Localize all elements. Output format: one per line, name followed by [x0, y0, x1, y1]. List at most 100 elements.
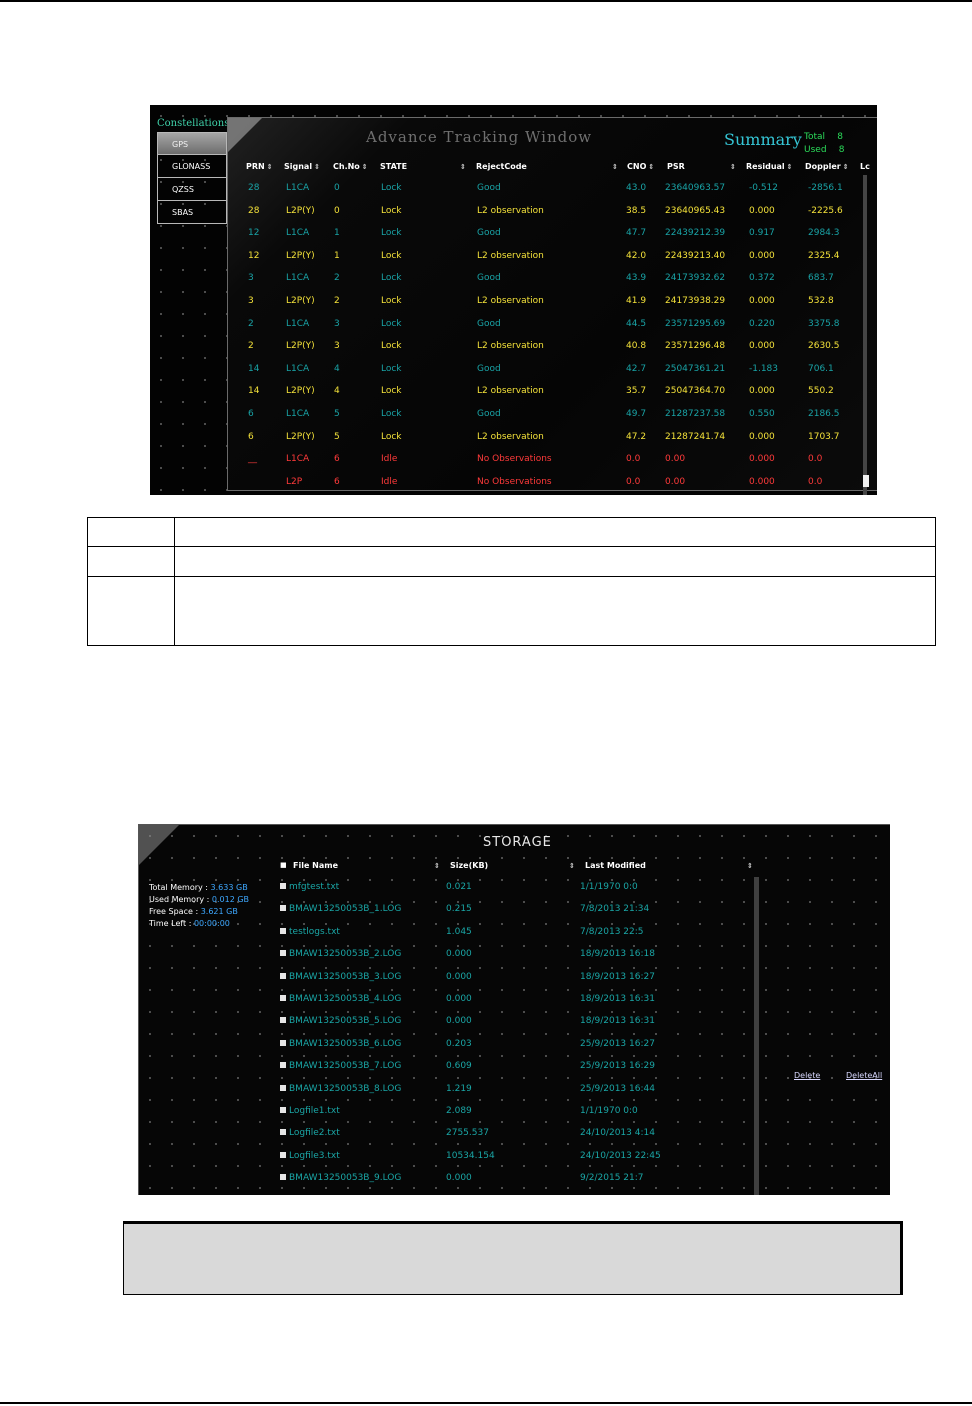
file-row[interactable]: BMAW13250053B_4.LOG 0.000 18/9/2013 16:31	[139, 989, 890, 1011]
table-row[interactable]: 14 L2P(Y) 4 Lock L2 observation 35.7 25047364.…	[228, 381, 877, 404]
table-row[interactable]: L2P 6 Idle No Observations 0.0 0.00 0.000 0.0	[228, 472, 877, 490]
tab-glonass[interactable]: GLONASS	[157, 155, 227, 178]
used-value: 8	[838, 145, 845, 155]
row-checkbox[interactable]	[280, 994, 286, 1001]
sort-icon[interactable]: ⇕	[267, 163, 273, 171]
vertical-scrollbar[interactable]	[863, 175, 867, 495]
row-checkbox[interactable]	[280, 972, 286, 979]
description-table	[87, 517, 936, 646]
row-checkbox[interactable]	[280, 1017, 286, 1024]
tracking-table-body: 28 L1CA 0 Lock Good 43.0 23640963.57 -0.512 -285…	[228, 178, 877, 490]
tracking-panel: Advance Tracking Window Summary Total 8 U…	[227, 117, 877, 491]
file-row[interactable]: BMAW13250053B_2.LOG 0.000 18/9/2013 16:18	[139, 944, 890, 966]
row-checkbox[interactable]	[280, 1039, 286, 1046]
column-header-state[interactable]: STATE	[380, 162, 407, 171]
table-row[interactable]: __ L1CA 6 Idle No Observations 0.0 0.00 0.000 0.…	[228, 449, 877, 472]
table-row[interactable]: 28 L2P(Y) 0 Lock L2 observation 38.5 23640965.…	[228, 201, 877, 224]
column-header-cno[interactable]: CNO ⇕	[627, 162, 654, 171]
file-row[interactable]: mfgtest.txt 0.021 1/1/1970 0:0	[139, 877, 890, 899]
constellation-tabs: GPS GLONASS QZSS SBAS	[157, 132, 227, 224]
table-cell	[87, 517, 175, 547]
row-checkbox[interactable]	[280, 905, 286, 912]
column-header-psr[interactable]: PSR	[667, 162, 685, 171]
file-row[interactable]: BMAW13250053B_5.LOG 0.000 18/9/2013 16:31	[139, 1011, 890, 1033]
file-row[interactable]: BMAW13250053B_8.LOG 1.219 25/9/2013 16:44	[139, 1079, 890, 1101]
scrollbar-thumb[interactable]	[863, 475, 869, 487]
table-row[interactable]: 2 L2P(Y) 3 Lock L2 observation 40.8 23571296.4…	[228, 336, 877, 359]
note-box	[123, 1221, 903, 1295]
column-header-rejectcode[interactable]: RejectCode	[476, 162, 527, 171]
sort-icon[interactable]: ⇕	[314, 163, 320, 171]
file-row[interactable]: Logfile1.txt 2.089 1/1/1970 0:0	[139, 1101, 890, 1123]
total-value: 8	[837, 132, 844, 142]
sort-icon[interactable]: ⇕	[648, 163, 654, 171]
sort-icon[interactable]: ⇕	[362, 163, 368, 171]
row-checkbox[interactable]	[280, 1174, 286, 1181]
vertical-scrollbar[interactable]	[754, 877, 759, 1195]
constellations-label: Constellations	[157, 118, 230, 129]
sort-icon[interactable]: ⇕	[432, 861, 440, 870]
file-row[interactable]: testlogs.txt 1.045 7/8/2013 22:5	[139, 922, 890, 944]
column-header-chno[interactable]: Ch.No ⇕	[333, 162, 368, 171]
row-checkbox[interactable]	[280, 1129, 286, 1136]
tracking-window: Constellations GPS GLONASS QZSS SBAS Adv…	[150, 105, 877, 495]
page-top-rule	[0, 0, 972, 2]
column-header-doppler[interactable]: Doppler ⇕	[805, 162, 849, 171]
file-list: mfgtest.txt 0.021 1/1/1970 0:0 BMAW1325005…	[139, 877, 890, 1190]
select-all-checkbox[interactable]: ■	[280, 861, 287, 869]
row-checkbox[interactable]	[280, 1062, 286, 1069]
column-header-signal[interactable]: Signal ⇕	[284, 162, 320, 171]
column-header-last-modified[interactable]: Last Modified	[585, 861, 646, 870]
row-checkbox[interactable]	[280, 1106, 286, 1113]
sort-icon[interactable]: ⇕	[787, 163, 793, 171]
sort-icon[interactable]: ⇕	[610, 162, 618, 171]
tab-gps[interactable]: GPS	[157, 132, 227, 155]
table-row[interactable]: 3 L1CA 2 Lock Good 43.9 24173932.62 0.372 683.7	[228, 268, 877, 291]
table-cell	[174, 546, 936, 577]
table-row[interactable]: 3 L2P(Y) 2 Lock L2 observation 41.9 24173938.2…	[228, 291, 877, 314]
table-row	[87, 576, 936, 646]
file-row[interactable]: BMAW13250053B_1.LOG 0.215 7/8/2013 21:34	[139, 899, 890, 921]
row-checkbox[interactable]	[280, 1151, 286, 1158]
tracking-window-title: Advance Tracking Window	[366, 128, 593, 146]
delete-all-button[interactable]: DeleteAll	[846, 1071, 882, 1080]
summary-counts: Total 8 Used 8	[804, 131, 845, 157]
file-row[interactable]: Logfile2.txt 2755.537 24/10/2013 4:14	[139, 1123, 890, 1145]
file-row[interactable]: BMAW13250053B_3.LOG 0.000 18/9/2013 16:27	[139, 967, 890, 989]
column-header-size[interactable]: Size(KB)	[450, 861, 488, 870]
file-row[interactable]: BMAW13250053B_7.LOG 0.609 25/9/2013 16:29	[139, 1056, 890, 1078]
table-row[interactable]: 12 L2P(Y) 1 Lock L2 observation 42.0 22439213.…	[228, 246, 877, 269]
table-cell	[87, 546, 175, 577]
file-row[interactable]: BMAW13250053B_6.LOG 0.203 25/9/2013 16:27	[139, 1034, 890, 1056]
sort-icon[interactable]: ⇕	[458, 162, 466, 171]
column-header-file-name[interactable]: File Name	[293, 861, 338, 870]
file-row[interactable]: Logfile3.txt 10534.154 24/10/2013 22:45	[139, 1146, 890, 1168]
table-row[interactable]: 6 L1CA 5 Lock Good 49.7 21287237.58 0.550 2186.5	[228, 404, 877, 427]
table-row[interactable]: 2 L1CA 3 Lock Good 44.5 23571295.69 0.220 3375.8	[228, 314, 877, 337]
sort-icon[interactable]: ⇕	[843, 163, 849, 171]
tab-sbas[interactable]: SBAS	[157, 201, 227, 224]
sort-icon[interactable]: ⇕	[728, 162, 736, 171]
table-row[interactable]: 6 L2P(Y) 5 Lock L2 observation 47.2 21287241.7…	[228, 427, 877, 450]
row-checkbox[interactable]	[280, 1084, 286, 1091]
tab-qzss[interactable]: QZSS	[157, 178, 227, 201]
row-checkbox[interactable]	[280, 927, 286, 934]
delete-button[interactable]: Delete	[794, 1071, 820, 1080]
table-row[interactable]: 12 L1CA 1 Lock Good 47.7 22439212.39 0.917 2984.…	[228, 223, 877, 246]
table-cell	[174, 576, 936, 646]
file-row[interactable]: BMAW13250053B_9.LOG 0.000 9/2/2015 21:7	[139, 1168, 890, 1190]
sort-icon[interactable]: ⇕	[745, 861, 753, 870]
page-bottom-rule	[0, 1402, 972, 1404]
table-row	[87, 517, 936, 547]
row-checkbox[interactable]	[280, 950, 286, 957]
table-row	[87, 546, 936, 577]
summary-title: Summary	[724, 130, 802, 149]
column-header-residual[interactable]: Residual ⇕	[746, 162, 793, 171]
column-header-lc[interactable]: Lc	[860, 162, 870, 171]
sort-icon[interactable]: ⇕	[567, 861, 575, 870]
table-row[interactable]: 14 L1CA 4 Lock Good 42.7 25047361.21 -1.183 706.…	[228, 359, 877, 382]
row-checkbox[interactable]	[280, 883, 286, 889]
storage-title: STORAGE	[483, 835, 552, 850]
column-header-prn[interactable]: PRN ⇕	[246, 162, 273, 171]
table-row[interactable]: 28 L1CA 0 Lock Good 43.0 23640963.57 -0.512 -285…	[228, 178, 877, 201]
